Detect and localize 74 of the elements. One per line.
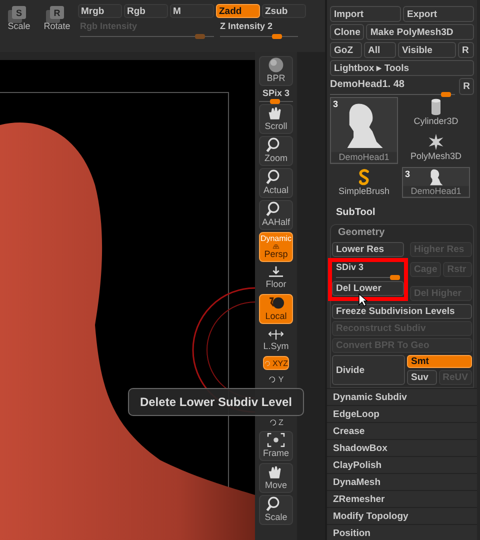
- subpalette-header[interactable]: Dynamic Subdiv: [327, 388, 477, 405]
- tool-thumbnail[interactable]: 3 DemoHead1: [330, 97, 398, 164]
- palette-button[interactable]: Make PolyMesh3D: [366, 24, 474, 40]
- floor-arrow-icon: [266, 265, 286, 279]
- mode-button[interactable]: Zsub: [262, 4, 306, 18]
- transform-button[interactable]: S Scale: [0, 6, 38, 31]
- mode-button[interactable]: Rgb: [124, 4, 168, 18]
- count-label: 3: [333, 99, 338, 109]
- palette-title[interactable]: SubTool: [336, 207, 474, 218]
- tool-thumbnail[interactable]: 3 DemoHead1: [402, 167, 470, 198]
- view-button[interactable]: BPR: [259, 56, 293, 86]
- slider-label: SPix 3: [262, 88, 290, 98]
- sphere-icon: [266, 57, 286, 73]
- palette-button[interactable]: Del Lower: [332, 281, 404, 296]
- palette-button[interactable]: Smt: [407, 355, 472, 368]
- view-button[interactable]: Frame: [259, 431, 293, 461]
- palette-button[interactable]: R: [458, 42, 474, 58]
- slider-thumb[interactable]: [270, 99, 280, 104]
- tool-name: SimpleBrush: [337, 186, 391, 196]
- view-button[interactable]: Z: [263, 415, 289, 429]
- view-button[interactable]: Scale: [259, 495, 293, 525]
- tool-thumbnail[interactable]: Cylinder3D: [402, 97, 470, 128]
- mode-button[interactable]: Mrgb: [78, 4, 122, 18]
- tool-name: DemoHead1: [331, 152, 397, 162]
- slider-thumb[interactable]: [272, 34, 282, 39]
- palette-button[interactable]: GoZ: [330, 42, 362, 58]
- slider-thumb[interactable]: [441, 92, 452, 96]
- count-label: 3: [405, 169, 410, 179]
- subpalette-header[interactable]: EdgeLoop: [327, 405, 477, 422]
- key-icon: S: [12, 6, 26, 19]
- palette-button[interactable]: R: [459, 78, 474, 95]
- palette-button[interactable]: Divide: [332, 355, 405, 385]
- view-button[interactable]: L.Sym: [259, 326, 293, 354]
- view-button[interactable]: Dynamic Persp: [259, 232, 293, 262]
- view-button[interactable]: Scroll: [259, 104, 293, 134]
- transform-button[interactable]: R Rotate: [38, 6, 76, 31]
- view-button[interactable]: Local: [259, 294, 293, 324]
- key-icon: R: [50, 6, 64, 19]
- palette-button[interactable]: Lower Res: [332, 242, 404, 257]
- subpalette-header[interactable]: Modify Topology: [327, 507, 477, 524]
- mode-button[interactable]: Zadd: [216, 4, 260, 18]
- palette-button[interactable]: Export: [403, 6, 474, 22]
- view-button[interactable]: Floor: [259, 264, 293, 292]
- slider-label: Z Intensity 2: [220, 21, 274, 33]
- view-button[interactable]: Actual: [259, 168, 293, 198]
- tool-name: PolyMesh3D: [409, 151, 463, 161]
- symmetry-arrows-icon: [266, 327, 286, 341]
- tool-thumbnail[interactable]: PolyMesh3D: [402, 132, 470, 163]
- view-button[interactable]: XYZ: [263, 356, 289, 370]
- slider-label: DemoHead1. 48: [330, 78, 406, 90]
- subpalette-header[interactable]: ClayPolish: [327, 456, 477, 473]
- mode-button[interactable]: M: [170, 4, 214, 18]
- palette-button[interactable]: Clone: [330, 24, 364, 40]
- view-button[interactable]: Y: [263, 372, 289, 386]
- tool-name: Cylinder3D: [412, 116, 460, 126]
- palette-button[interactable]: Lightbox ▸ Tools: [330, 60, 474, 76]
- palette-button[interactable]: Freeze Subdivision Levels: [332, 304, 472, 319]
- slider-thumb[interactable]: [390, 275, 400, 280]
- tooltip: Delete Lower Subdiv Level: [128, 388, 304, 416]
- panel-title[interactable]: Geometry: [338, 227, 472, 238]
- cursor-icon: [358, 293, 368, 307]
- frame-corners-icon: [266, 432, 286, 448]
- slider-label: SDiv 3: [336, 262, 365, 274]
- palette-button[interactable]: Suv: [407, 370, 437, 385]
- view-button[interactable]: Move: [259, 463, 293, 493]
- view-button[interactable]: Zoom: [259, 136, 293, 166]
- tool-thumbnail[interactable]: SimpleBrush: [330, 167, 398, 198]
- button-sublabel: Dynamic: [260, 234, 292, 243]
- tool-name: DemoHead1: [403, 186, 469, 196]
- subpalette-header[interactable]: DynaMesh: [327, 473, 477, 490]
- palette-button[interactable]: Visible: [398, 42, 456, 58]
- palette-button[interactable]: All: [364, 42, 396, 58]
- view-button[interactable]: AAHalf: [259, 200, 293, 230]
- palette-button[interactable]: Import: [330, 6, 401, 22]
